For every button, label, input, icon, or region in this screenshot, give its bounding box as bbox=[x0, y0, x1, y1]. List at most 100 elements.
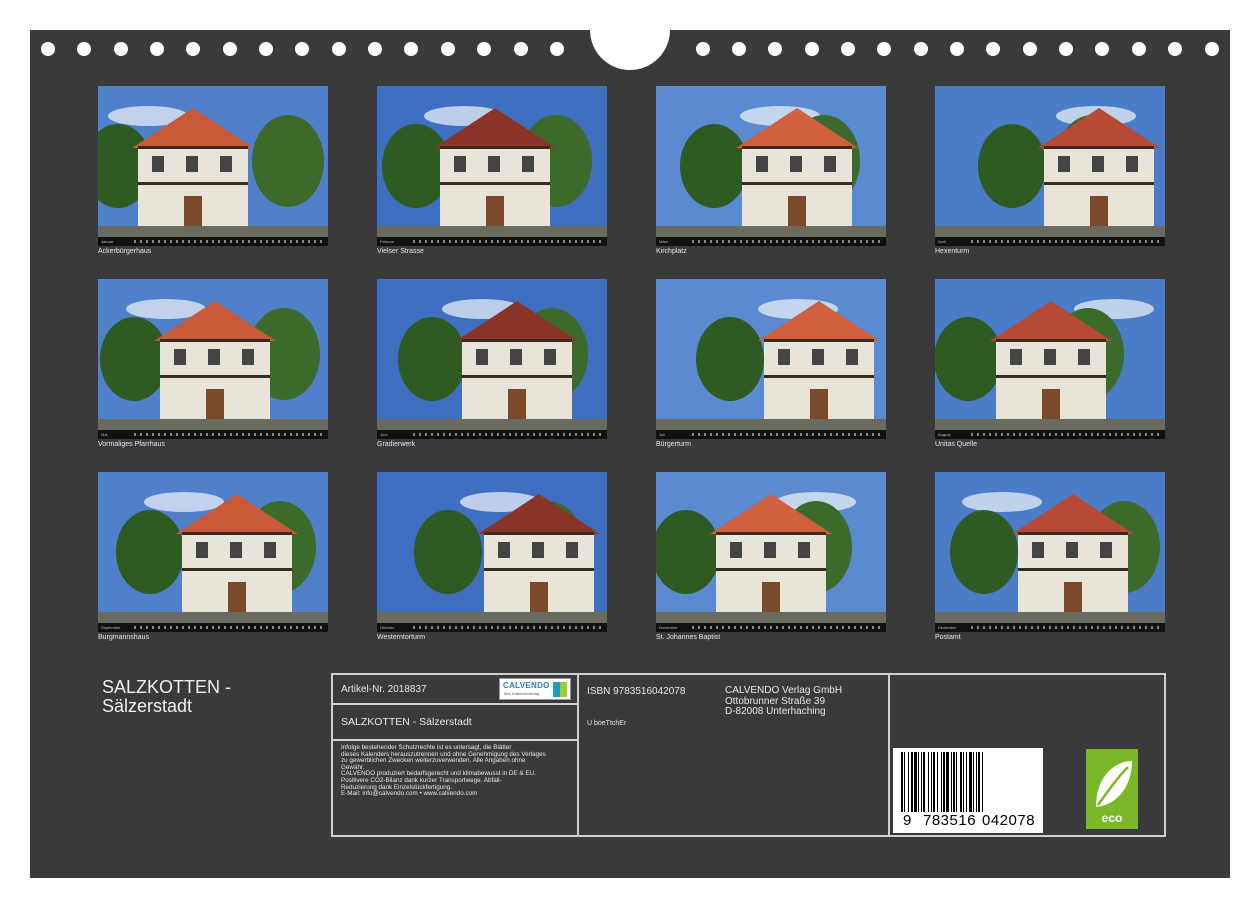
binding-hole bbox=[223, 42, 237, 56]
binding-hole bbox=[1132, 42, 1146, 56]
calvendo-logo: CALVENDO Ihre Kalenderverlag bbox=[499, 678, 571, 700]
month-strip: Juli bbox=[656, 430, 886, 439]
eco-badge: eco bbox=[1086, 749, 1138, 829]
photo bbox=[98, 86, 328, 246]
day-marks bbox=[134, 433, 324, 436]
day-marks bbox=[134, 626, 324, 629]
day-marks bbox=[413, 240, 603, 243]
subtitle-row: SALZKOTTEN - Sälzerstadt bbox=[333, 705, 577, 741]
binding-hole bbox=[696, 42, 710, 56]
binding-hole bbox=[477, 42, 491, 56]
day-marks bbox=[134, 240, 324, 243]
photo-caption: Bürgerturm bbox=[656, 441, 692, 448]
binding-hole bbox=[114, 42, 128, 56]
logo-brand: CALVENDO bbox=[503, 681, 550, 690]
binding-hole bbox=[805, 42, 819, 56]
month-label: Juni bbox=[380, 432, 388, 437]
photo-card: November St. Johannes Baptist bbox=[656, 472, 886, 648]
photo-caption: Postamt bbox=[935, 634, 961, 641]
barcode-bars bbox=[901, 752, 983, 812]
month-label: September bbox=[101, 625, 121, 630]
barcode-digit-group-2: 042078 bbox=[982, 812, 1036, 829]
month-label: Juli bbox=[659, 432, 666, 437]
photo bbox=[656, 279, 886, 439]
publisher-line-3: D-82008 Unterhaching bbox=[725, 706, 826, 717]
photo-caption: Burgmannshaus bbox=[98, 634, 149, 641]
author-code: U boeTtchEr bbox=[587, 720, 627, 727]
binding-hole bbox=[259, 42, 273, 56]
binding-hole bbox=[950, 42, 964, 56]
photo-card: Juni Gradierwerk bbox=[377, 279, 607, 455]
subtitle: SALZKOTTEN - Sälzerstadt bbox=[341, 716, 472, 728]
month-strip: Oktober bbox=[377, 623, 607, 632]
barcode-digit-prefix: 9 bbox=[903, 812, 912, 829]
photo bbox=[935, 86, 1165, 246]
binding-hole bbox=[986, 42, 1000, 56]
photo-card: Februar Vielser Strasse bbox=[377, 86, 607, 262]
barcode: 9 783516 042078 bbox=[893, 748, 1043, 833]
binding-hole bbox=[514, 42, 528, 56]
logo-tagline: Ihre Kalenderverlag bbox=[504, 691, 539, 696]
day-marks bbox=[692, 240, 882, 243]
photo-card: September Burgmannshaus bbox=[98, 472, 328, 648]
photo bbox=[98, 472, 328, 632]
day-marks bbox=[692, 626, 882, 629]
calendar-back-cover: Januar Ackerbürgerhaus Februar Vielser Stra… bbox=[30, 0, 1230, 878]
binding-hole bbox=[768, 42, 782, 56]
binding-hole bbox=[150, 42, 164, 56]
isbn: ISBN 9783516042078 bbox=[587, 686, 686, 697]
photo bbox=[935, 279, 1165, 439]
photo-card: Juli Bürgerturm bbox=[656, 279, 886, 455]
month-label: März bbox=[659, 239, 668, 244]
month-strip: März bbox=[656, 237, 886, 246]
month-strip: Februar bbox=[377, 237, 607, 246]
photo-caption: St. Johannes Baptist bbox=[656, 634, 721, 641]
month-label: April bbox=[938, 239, 947, 244]
month-strip: September bbox=[98, 623, 328, 632]
binding-hole bbox=[1168, 42, 1182, 56]
title-line-2: Sälzerstadt bbox=[102, 696, 193, 716]
photo-card: Dezember Postamt bbox=[935, 472, 1165, 648]
fine-print-line: zu gewerblichen Zwecken weiterzuverwende… bbox=[341, 757, 526, 765]
binding-hole bbox=[295, 42, 309, 56]
barcode-digits: 9 783516 042078 bbox=[893, 812, 1043, 830]
info-box: Artikel-Nr. 2018837 CALVENDO Ihre Kalend… bbox=[331, 673, 1166, 837]
leaf-icon bbox=[1096, 761, 1132, 807]
artikel-row: Artikel-Nr. 2018837 CALVENDO Ihre Kalend… bbox=[333, 675, 577, 705]
photo-caption: Vormaliges Pfarrhaus bbox=[98, 441, 165, 448]
photo bbox=[935, 472, 1165, 632]
binding-hole bbox=[1095, 42, 1109, 56]
binding-hole bbox=[1059, 42, 1073, 56]
binding-hole bbox=[77, 42, 91, 56]
month-strip: Juni bbox=[377, 430, 607, 439]
day-marks bbox=[413, 433, 603, 436]
month-strip: Dezember bbox=[935, 623, 1165, 632]
info-column-left: Artikel-Nr. 2018837 CALVENDO Ihre Kalend… bbox=[333, 675, 579, 835]
month-strip: November bbox=[656, 623, 886, 632]
photo-caption: Vielser Strasse bbox=[377, 248, 424, 255]
photo-grid: Januar Ackerbürgerhaus Februar Vielser Stra… bbox=[98, 86, 1165, 686]
day-marks bbox=[971, 240, 1161, 243]
month-label: Oktober bbox=[380, 625, 395, 630]
binding-hole bbox=[404, 42, 418, 56]
month-strip: August bbox=[935, 430, 1165, 439]
eco-label: eco bbox=[1101, 811, 1123, 825]
binding-hole bbox=[41, 42, 55, 56]
binding-hole bbox=[914, 42, 928, 56]
day-marks bbox=[971, 626, 1161, 629]
binding-hole bbox=[732, 42, 746, 56]
binding-hole bbox=[1023, 42, 1037, 56]
photo-caption: Gradierwerk bbox=[377, 441, 416, 448]
month-strip: Januar bbox=[98, 237, 328, 246]
photo-caption: Kirchplatz bbox=[656, 248, 687, 255]
photo-card: Mai Vormaliges Pfarrhaus bbox=[98, 279, 328, 455]
fine-print: Infolge bestehender Schutzrechte ist es … bbox=[341, 744, 573, 798]
photo-caption: Hexenturm bbox=[935, 248, 970, 255]
photo bbox=[656, 86, 886, 246]
photo bbox=[377, 279, 607, 439]
photo-caption: Westerntorturm bbox=[377, 634, 426, 641]
fine-print-line: E-Mail: info@calvendo.com • www.calvendo… bbox=[341, 790, 478, 798]
barcode-digit-group-1: 783516 bbox=[923, 812, 977, 829]
month-label: Januar bbox=[101, 239, 114, 244]
photo-card: Januar Ackerbürgerhaus bbox=[98, 86, 328, 262]
